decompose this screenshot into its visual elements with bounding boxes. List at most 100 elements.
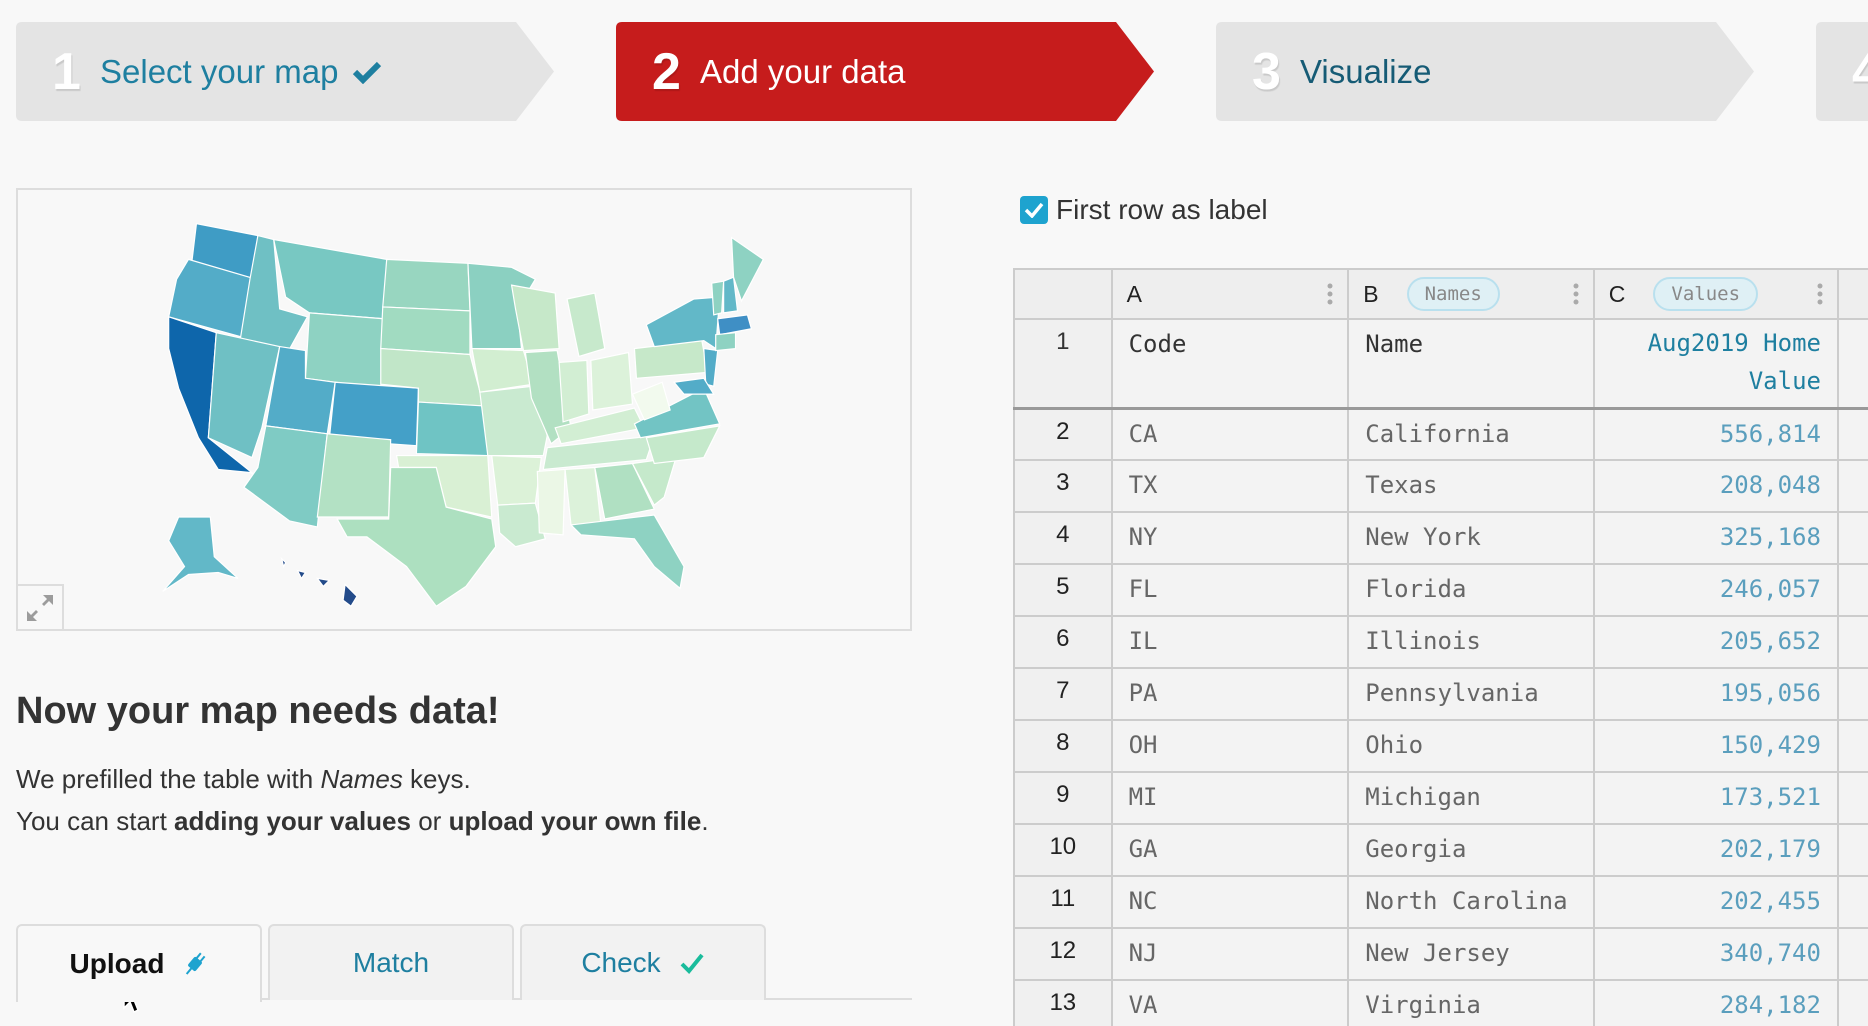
row-number[interactable]: 8 xyxy=(1013,719,1113,773)
row-number[interactable]: 1 xyxy=(1013,318,1113,410)
step-4[interactable]: 4 xyxy=(1816,22,1868,121)
cell[interactable]: 202,179 xyxy=(1592,823,1839,877)
cell[interactable]: Ohio xyxy=(1347,719,1595,773)
column-menu-icon[interactable] xyxy=(1573,283,1579,305)
cell[interactable]: Texas xyxy=(1347,459,1595,513)
cell[interactable]: New Jersey xyxy=(1347,927,1595,981)
state-ia xyxy=(471,347,535,393)
state-hi xyxy=(280,556,358,608)
first-row-as-label-toggle[interactable]: First row as label xyxy=(1020,194,1268,226)
cell[interactable]: 202,455 xyxy=(1592,875,1839,929)
cell[interactable]: CA xyxy=(1110,407,1350,461)
cell[interactable] xyxy=(1836,667,1868,721)
cell[interactable]: VA xyxy=(1110,979,1350,1026)
column-header-row: A B Names C Values xyxy=(1013,268,1868,320)
cell[interactable] xyxy=(1836,823,1868,877)
cell[interactable]: 325,168 xyxy=(1592,511,1839,565)
column-header-b[interactable]: B Names xyxy=(1347,268,1595,320)
fullscreen-button[interactable] xyxy=(18,584,64,629)
adding-values-text: adding your values xyxy=(174,806,411,836)
cell[interactable]: MI xyxy=(1110,771,1350,825)
tab-match[interactable]: Match xyxy=(268,924,514,1000)
cell[interactable]: Pennsylvania xyxy=(1347,667,1595,721)
cell[interactable]: 340,740 xyxy=(1592,927,1839,981)
step-add-data[interactable]: 2 Add your data xyxy=(616,22,1154,121)
row-number[interactable]: 10 xyxy=(1013,823,1113,877)
column-role-badge[interactable]: Values xyxy=(1653,277,1759,311)
cell[interactable] xyxy=(1836,979,1868,1026)
cell[interactable]: Illinois xyxy=(1347,615,1595,669)
cell[interactable]: Georgia xyxy=(1347,823,1595,877)
cell[interactable]: NC xyxy=(1110,875,1350,929)
cell[interactable] xyxy=(1836,719,1868,773)
upload-file-text: upload your own file xyxy=(448,806,702,836)
cell[interactable]: IL xyxy=(1110,615,1350,669)
cell[interactable]: 556,814 xyxy=(1592,407,1839,461)
row-number[interactable]: 2 xyxy=(1013,407,1113,461)
cell[interactable]: TX xyxy=(1110,459,1350,513)
table-row: 4 NY New York 325,168 xyxy=(1013,511,1868,565)
step-visualize[interactable]: 3 Visualize xyxy=(1216,22,1754,121)
state-wy xyxy=(304,312,386,389)
cell[interactable] xyxy=(1836,927,1868,981)
cell[interactable] xyxy=(1836,511,1868,565)
tab-label: Match xyxy=(352,947,430,978)
cell[interactable]: 173,521 xyxy=(1592,771,1839,825)
step-select-map[interactable]: 1 Select your map xyxy=(16,22,554,121)
cell[interactable] xyxy=(1836,771,1868,825)
cell[interactable] xyxy=(1836,563,1868,617)
row-number[interactable]: 12 xyxy=(1013,927,1113,981)
row-number[interactable]: 11 xyxy=(1013,875,1113,929)
row-number[interactable]: 9 xyxy=(1013,771,1113,825)
tab-label: Upload xyxy=(69,948,165,979)
cell[interactable]: Code xyxy=(1110,318,1350,410)
cell[interactable]: 150,429 xyxy=(1592,719,1839,773)
row-number[interactable]: 4 xyxy=(1013,511,1113,565)
cell[interactable]: 246,057 xyxy=(1592,563,1839,617)
column-header-a[interactable]: A xyxy=(1110,268,1350,320)
cell[interactable]: California xyxy=(1347,407,1595,461)
column-letter: B xyxy=(1363,280,1379,307)
cell[interactable] xyxy=(1836,875,1868,929)
row-number[interactable]: 6 xyxy=(1013,615,1113,669)
cell[interactable]: PA xyxy=(1110,667,1350,721)
cell[interactable]: Florida xyxy=(1347,563,1595,617)
cell[interactable]: NJ xyxy=(1110,927,1350,981)
cell[interactable]: North Carolina xyxy=(1347,875,1595,929)
cell[interactable]: 205,652 xyxy=(1592,615,1839,669)
cell[interactable] xyxy=(1836,318,1868,410)
row-number[interactable]: 13 xyxy=(1013,979,1113,1026)
cell[interactable] xyxy=(1836,459,1868,513)
cell[interactable]: 284,182 xyxy=(1592,979,1839,1026)
first-row-checkbox[interactable] xyxy=(1020,196,1048,224)
cell[interactable]: OH xyxy=(1110,719,1350,773)
cell[interactable]: 208,048 xyxy=(1592,459,1839,513)
cell[interactable]: NY xyxy=(1110,511,1350,565)
cell[interactable]: FL xyxy=(1110,563,1350,617)
column-menu-icon[interactable] xyxy=(1327,283,1333,305)
state-oh xyxy=(590,351,634,411)
cell[interactable]: New York xyxy=(1347,511,1595,565)
table-row: 9 MI Michigan 173,521 xyxy=(1013,771,1868,825)
cell[interactable] xyxy=(1836,407,1868,461)
cell[interactable]: Virginia xyxy=(1347,979,1595,1026)
column-menu-icon[interactable] xyxy=(1817,283,1823,305)
cell[interactable]: Aug2019 Home Value xyxy=(1592,318,1839,410)
cell[interactable]: 195,056 xyxy=(1592,667,1839,721)
row-number[interactable]: 7 xyxy=(1013,667,1113,721)
table-row: 12 NJ New Jersey 340,740 xyxy=(1013,927,1868,981)
cell[interactable]: Michigan xyxy=(1347,771,1595,825)
column-header-c[interactable]: C Values xyxy=(1592,268,1839,320)
column-role-badge[interactable]: Names xyxy=(1406,277,1500,311)
tab-check[interactable]: Check xyxy=(520,924,766,1000)
row-number[interactable]: 3 xyxy=(1013,459,1113,513)
expand-arrows-icon xyxy=(27,594,53,621)
cell[interactable]: GA xyxy=(1110,823,1350,877)
map-preview[interactable] xyxy=(16,188,912,631)
column-header-d[interactable] xyxy=(1836,268,1868,320)
row-number[interactable]: 5 xyxy=(1013,563,1113,617)
cell[interactable] xyxy=(1836,615,1868,669)
data-table[interactable]: A B Names C Values 1 Code Name Aug2019 Hom… xyxy=(1013,268,1868,1026)
tab-upload[interactable]: Upload xyxy=(16,924,262,1002)
cell[interactable]: Name xyxy=(1347,318,1595,410)
